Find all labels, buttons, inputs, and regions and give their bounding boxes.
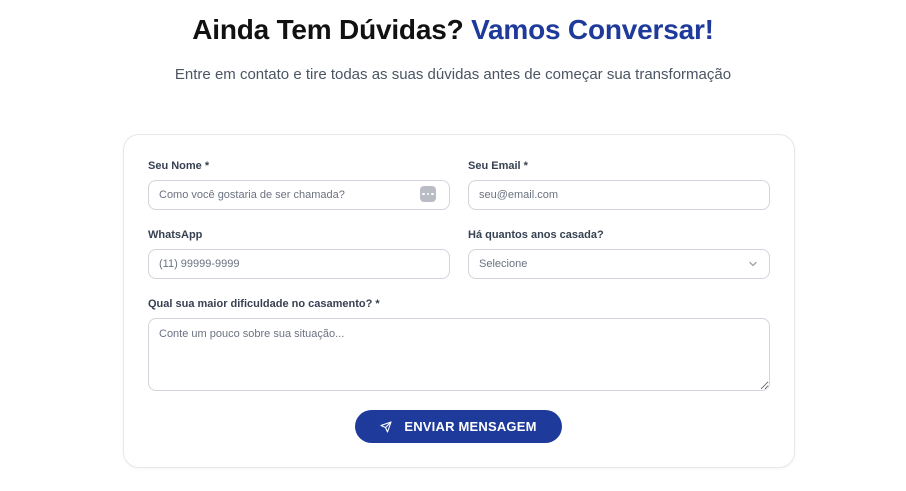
password-manager-icon[interactable] [420,186,436,202]
years-married-select[interactable]: Selecione [468,249,770,279]
send-button-label: ENVIAR MENSAGEM [404,419,537,434]
title-accent: Vamos Conversar! [471,14,714,45]
email-label: Seu Email * [468,160,528,172]
contact-section: Ainda Tem Dúvidas? Vamos Conversar! Entr… [0,0,906,491]
chevron-down-icon [749,261,757,267]
send-message-button[interactable]: ENVIAR MENSAGEM [355,410,562,443]
difficulty-textarea[interactable] [148,318,770,391]
section-title: Ainda Tem Dúvidas? Vamos Conversar! [0,14,906,46]
years-married-label: Há quantos anos casada? [468,229,604,241]
name-input[interactable] [148,180,450,210]
send-icon [380,420,392,433]
title-main: Ainda Tem Dúvidas? [192,14,464,45]
years-married-selected: Selecione [479,258,528,270]
whatsapp-input[interactable] [148,249,450,279]
email-input[interactable] [468,180,770,210]
whatsapp-label: WhatsApp [148,229,203,241]
section-subtitle: Entre em contato e tire todas as suas dú… [174,66,732,83]
name-label: Seu Nome * [148,160,210,172]
difficulty-label: Qual sua maior dificuldade no casamento?… [148,298,380,310]
